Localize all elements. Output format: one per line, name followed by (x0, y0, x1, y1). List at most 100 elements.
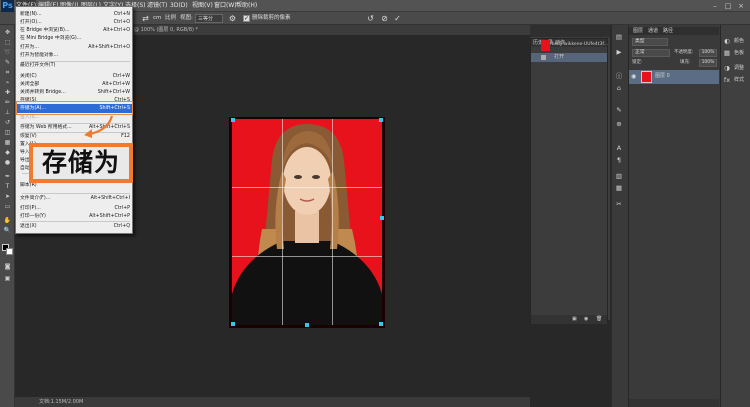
zoom-tool-icon[interactable]: 🔍 (2, 226, 13, 235)
crop-grid-line (232, 187, 382, 188)
tab-layers[interactable]: 图层 (633, 27, 643, 35)
menu-window[interactable]: 窗口(W) (214, 0, 237, 12)
swap-icon[interactable]: ⇄ (140, 13, 151, 24)
lasso-tool-icon[interactable]: ➰ (2, 48, 13, 57)
layer-thumbnail (641, 71, 652, 83)
view-overlay-select[interactable]: 三等分 (195, 14, 223, 23)
type-tool-icon[interactable]: T (2, 182, 13, 191)
opacity-input[interactable]: 100% (699, 49, 717, 57)
path-select-tool-icon[interactable]: ➤ (2, 192, 13, 201)
file-menu-item[interactable]: 打开为智能对象... (20, 52, 131, 60)
history-brush-tool-icon[interactable]: ↺ (2, 118, 13, 127)
portrait-photo[interactable] (232, 119, 382, 325)
marquee-tool-icon[interactable]: ⬚ (2, 38, 13, 47)
new-document-icon[interactable]: ▣ (572, 315, 577, 323)
menu-shortcut: Ctrl+W (112, 74, 130, 79)
pen-tool-icon[interactable]: ✒ (2, 172, 13, 181)
crop-handle[interactable] (231, 322, 235, 326)
menu-view[interactable]: 视图(V) (192, 0, 213, 12)
photoshop-logo: Ps (1, 0, 14, 12)
arrow-icon (84, 115, 114, 138)
clone-panel-icon[interactable]: ⊕ (614, 120, 624, 129)
delete-cropped-label: 删除裁剪的像素 (252, 15, 291, 21)
shape-tool-icon[interactable]: ▭ (2, 202, 13, 211)
dodge-tool-icon[interactable]: ● (2, 158, 13, 167)
brush-tool-icon[interactable]: ✏ (2, 98, 13, 107)
character-panel-icon[interactable]: A (614, 144, 624, 153)
crop-handle[interactable] (231, 118, 235, 122)
menu-shortcut: Alt+Shift+Ctrl+O (88, 45, 130, 50)
delete-cropped-checkbox[interactable]: ✓ (243, 15, 250, 22)
menu-shortcut: Alt+Shift+Ctrl+I (90, 196, 130, 201)
maximize-button[interactable]: □ (722, 1, 734, 11)
document-tab[interactable]: @ 100% (图层 0, RGB/8) * (134, 25, 198, 35)
opacity-label: 不透明度: (674, 50, 694, 55)
crop-handle[interactable] (305, 323, 309, 327)
move-tool-icon[interactable]: ✥ (2, 28, 13, 37)
adjustments-panel-label[interactable]: 调整 (734, 64, 744, 73)
crop-tool-icon[interactable]: ⌗ (2, 68, 13, 77)
menu-shortcut: Alt+Ctrl+O (103, 28, 130, 33)
crop-grid-line (332, 119, 333, 325)
crop-handle[interactable] (380, 216, 384, 220)
reset-icon[interactable]: ↺ (365, 13, 376, 24)
tool-presets-icon[interactable]: ✂ (614, 200, 624, 209)
timeline-icon[interactable]: ▦ (614, 184, 624, 193)
minimize-button[interactable]: – (709, 1, 721, 11)
crop-handle[interactable] (379, 118, 383, 122)
unit-label: cm (153, 15, 162, 21)
eyedropper-tool-icon[interactable]: ⌁ (2, 78, 13, 87)
stamp-tool-icon[interactable]: ⊥ (2, 108, 13, 117)
menu-filter[interactable]: 滤镜(T) (147, 0, 167, 12)
blend-mode-select[interactable]: 正常 (632, 49, 670, 57)
menu-3d[interactable]: 3D(D) (170, 0, 188, 12)
history-step-open[interactable]: 打开 (554, 53, 564, 61)
blur-tool-icon[interactable]: ◆ (2, 148, 13, 157)
quick-mask-icon[interactable]: ◙ (2, 262, 13, 271)
quick-select-tool-icon[interactable]: ✎ (2, 58, 13, 67)
background-color-swatch[interactable] (6, 248, 13, 255)
snapshot-label[interactable]: kelly-wikkene-UUfe4t3f... (552, 41, 608, 49)
color-panel-icon[interactable]: ◐ (722, 37, 732, 46)
brush-panel-icon[interactable]: ✎ (614, 106, 624, 115)
history-panel-icon[interactable]: ▤ (614, 33, 624, 42)
gradient-tool-icon[interactable]: ▦ (2, 138, 13, 147)
swatches-panel-label[interactable]: 色板 (734, 49, 744, 58)
commit-icon[interactable]: ✓ (392, 13, 403, 24)
healing-tool-icon[interactable]: ✚ (2, 88, 13, 97)
cancel-icon[interactable]: ⊘ (379, 13, 390, 24)
menu-separator (22, 61, 130, 62)
info-panel-icon[interactable]: ⓘ (614, 72, 624, 81)
swatches-panel-icon[interactable]: ▦ (722, 49, 732, 58)
layer-name[interactable]: 图层 0 (655, 72, 670, 81)
adjustments-panel-icon[interactable]: ◑ (722, 64, 732, 73)
file-menu-item[interactable]: 最近打开文件(T) (20, 62, 131, 70)
gear-icon[interactable]: ⚙ (227, 13, 238, 24)
crop-handle[interactable] (379, 322, 383, 326)
color-panel-label[interactable]: 颜色 (734, 37, 744, 46)
tab-channels[interactable]: 通道 (648, 27, 658, 35)
tab-paths[interactable]: 路径 (663, 27, 673, 35)
menu-shortcut: Ctrl+Q (113, 224, 130, 229)
eraser-tool-icon[interactable]: ◫ (2, 128, 13, 137)
eye-icon[interactable]: ◉ (631, 73, 637, 80)
dock-header (530, 25, 610, 37)
file-menu-item[interactable]: 脚本(R) (20, 182, 131, 190)
screen-mode-icon[interactable]: ▣ (2, 274, 13, 283)
styles-panel-label[interactable]: 样式 (734, 76, 744, 85)
view-label: 视图: (180, 15, 193, 21)
close-button[interactable]: × (735, 1, 747, 11)
layer-comps-icon[interactable]: ▥ (614, 172, 624, 181)
layer-filter-select[interactable]: 类型 (632, 38, 668, 46)
file-menu-item[interactable]: 在 Mini Bridge 中浏览(G)... (20, 35, 131, 43)
menu-help[interactable]: 帮助(H) (236, 0, 257, 12)
navigator-panel-icon[interactable]: ⌂ (614, 84, 624, 93)
hand-tool-icon[interactable]: ✋ (2, 216, 13, 225)
paragraph-panel-icon[interactable]: ¶ (614, 156, 624, 165)
fill-input[interactable]: 100% (699, 59, 717, 67)
actions-panel-icon[interactable]: ▶ (614, 48, 624, 57)
trash-icon[interactable]: 🗑 (596, 315, 602, 323)
camera-icon[interactable]: ◉ (584, 315, 588, 323)
styles-panel-icon[interactable]: fx (722, 76, 732, 85)
history-step-icon (541, 55, 546, 60)
